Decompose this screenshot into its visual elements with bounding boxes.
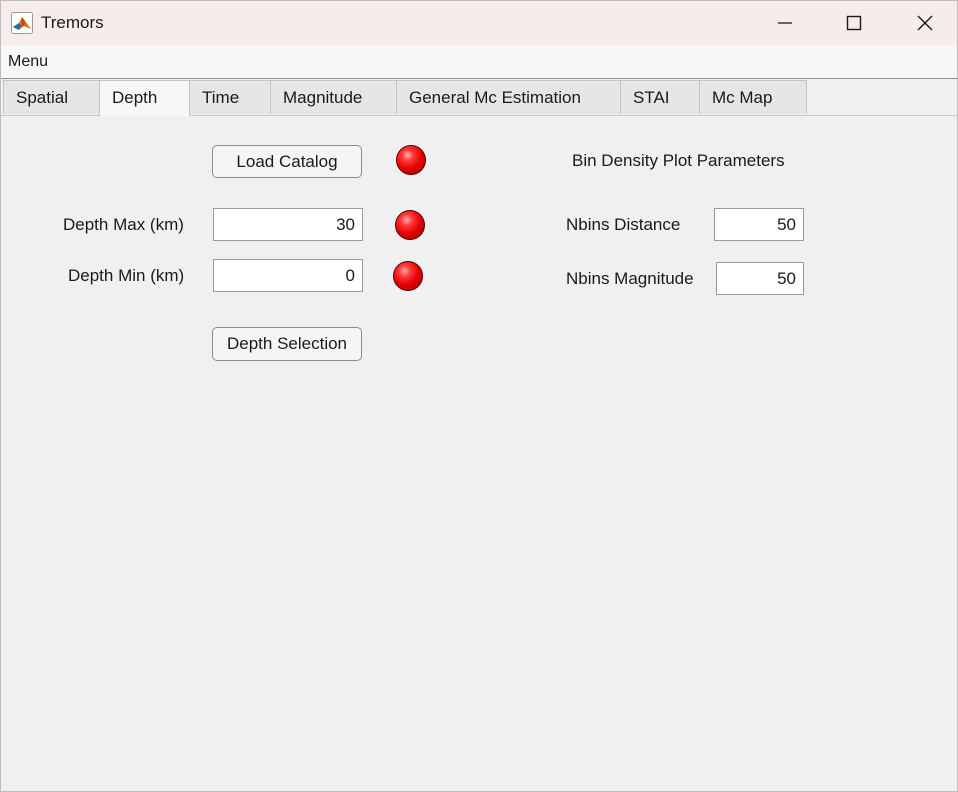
load-catalog-button[interactable]: Load Catalog bbox=[212, 145, 362, 178]
depth-min-field[interactable]: 0 bbox=[213, 259, 363, 292]
app-window: Tremors Menu Spatial Depth Time Magnitud… bbox=[0, 0, 958, 792]
tab-spatial[interactable]: Spatial bbox=[3, 80, 100, 114]
nbins-magnitude-field[interactable]: 50 bbox=[716, 262, 804, 295]
tab-magnitude[interactable]: Magnitude bbox=[270, 80, 397, 114]
tab-general-mc-estimation[interactable]: General Mc Estimation bbox=[396, 80, 621, 114]
menu-item-menu[interactable]: Menu bbox=[8, 53, 48, 71]
minimize-button[interactable] bbox=[753, 1, 817, 45]
load-status-lamp bbox=[396, 145, 426, 175]
maximize-icon bbox=[846, 15, 862, 31]
bin-density-heading: Bin Density Plot Parameters bbox=[572, 151, 785, 170]
menu-bar: Menu bbox=[1, 45, 957, 79]
depth-max-field[interactable]: 30 bbox=[213, 208, 363, 241]
tab-stai[interactable]: STAI bbox=[620, 80, 700, 114]
depth-min-label: Depth Min (km) bbox=[68, 266, 185, 285]
tab-bar: Spatial Depth Time Magnitude General Mc … bbox=[1, 79, 957, 116]
minimize-icon bbox=[778, 22, 792, 24]
tab-depth[interactable]: Depth bbox=[99, 80, 190, 116]
tab-time[interactable]: Time bbox=[189, 80, 271, 114]
depth-selection-button[interactable]: Depth Selection bbox=[212, 327, 362, 361]
depth-max-label: Depth Max (km) bbox=[63, 215, 184, 234]
matlab-icon bbox=[11, 12, 33, 34]
close-button[interactable] bbox=[893, 1, 957, 45]
nbins-magnitude-label: Nbins Magnitude bbox=[566, 269, 694, 288]
close-icon bbox=[917, 15, 933, 31]
window-title: Tremors bbox=[41, 13, 104, 32]
depth-min-lamp bbox=[393, 261, 423, 291]
nbins-distance-label: Nbins Distance bbox=[566, 215, 681, 234]
maximize-button[interactable] bbox=[822, 1, 886, 45]
nbins-distance-field[interactable]: 50 bbox=[714, 208, 804, 241]
title-bar: Tremors bbox=[1, 1, 957, 45]
depth-max-lamp bbox=[395, 210, 425, 240]
tab-mc-map[interactable]: Mc Map bbox=[699, 80, 807, 114]
